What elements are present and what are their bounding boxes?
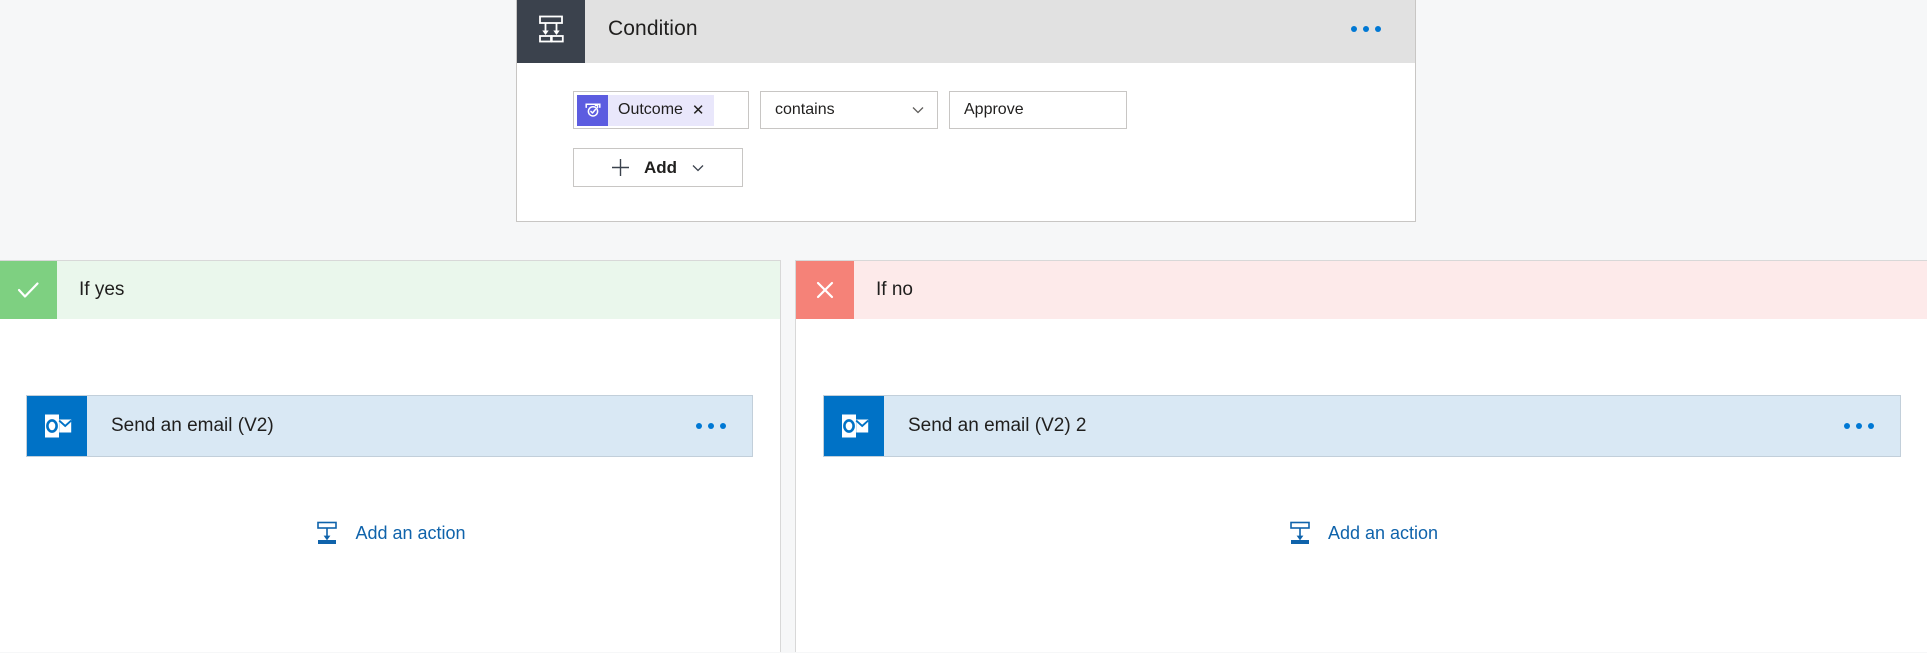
dot xyxy=(696,423,702,429)
action-card-send-email[interactable]: Send an email (V2) xyxy=(26,395,753,457)
branch-if-yes-body: Send an email (V2) Add an action xyxy=(0,319,780,653)
condition-expression-row: Outcome ✕ contains Approve xyxy=(573,91,1415,129)
condition-operator-select[interactable]: contains xyxy=(760,91,938,129)
outlook-icon xyxy=(824,396,884,456)
action-card-send-email-2[interactable]: Send an email (V2) 2 xyxy=(823,395,1901,457)
branch-if-no-label: If no xyxy=(876,279,913,301)
branch-if-yes-header: If yes xyxy=(0,261,780,319)
add-action-icon xyxy=(313,519,341,547)
dot xyxy=(1363,26,1369,32)
branch-if-no-body: Send an email (V2) 2 Add an action xyxy=(796,319,1927,653)
dynamic-content-token[interactable]: Outcome ✕ xyxy=(577,95,714,126)
more-options-icon[interactable] xyxy=(1836,415,1882,437)
condition-card-body: Outcome ✕ contains Approve Add xyxy=(517,63,1415,221)
condition-card-header[interactable]: Condition xyxy=(517,0,1415,63)
add-condition-button[interactable]: Add xyxy=(573,148,743,187)
condition-left-operand-field[interactable]: Outcome ✕ xyxy=(573,91,749,129)
branch-if-yes: If yes Send an email (V2) xyxy=(0,260,781,652)
dot xyxy=(1351,26,1357,32)
close-x-icon xyxy=(796,261,854,319)
token-label: Outcome xyxy=(618,101,683,119)
action-card-title: Send an email (V2) xyxy=(111,415,274,437)
page-title: Condition xyxy=(608,17,698,41)
add-an-action-label: Add an action xyxy=(1328,523,1438,544)
branch-if-yes-label: If yes xyxy=(79,279,124,301)
more-options-icon[interactable] xyxy=(688,415,734,437)
condition-card: Condition Outcome xyxy=(516,0,1416,222)
add-an-action-label: Add an action xyxy=(355,523,465,544)
condition-value-text: Approve xyxy=(964,101,1024,119)
outlook-icon xyxy=(27,396,87,456)
dot xyxy=(720,423,726,429)
add-an-action-button[interactable]: Add an action xyxy=(796,519,1927,547)
remove-token-icon[interactable]: ✕ xyxy=(692,103,705,118)
action-card-title: Send an email (V2) 2 xyxy=(908,415,1087,437)
chevron-down-icon xyxy=(690,160,706,176)
dot xyxy=(708,423,714,429)
branch-if-no-header: If no xyxy=(796,261,1927,319)
branch-if-no: If no Send an email (V2) 2 xyxy=(795,260,1927,652)
condition-operator-value: contains xyxy=(775,101,835,119)
dot xyxy=(1856,423,1862,429)
chevron-down-icon xyxy=(910,102,926,118)
plus-icon xyxy=(610,157,631,178)
more-options-icon[interactable] xyxy=(1343,18,1389,40)
dot xyxy=(1868,423,1874,429)
condition-branch-icon xyxy=(517,0,585,63)
add-condition-label: Add xyxy=(644,158,677,178)
dot xyxy=(1375,26,1381,32)
add-action-icon xyxy=(1286,519,1314,547)
checkmark-icon xyxy=(0,261,57,319)
condition-value-input[interactable]: Approve xyxy=(949,91,1127,129)
dot xyxy=(1844,423,1850,429)
approvals-icon xyxy=(577,95,608,126)
add-an-action-button[interactable]: Add an action xyxy=(0,519,780,547)
